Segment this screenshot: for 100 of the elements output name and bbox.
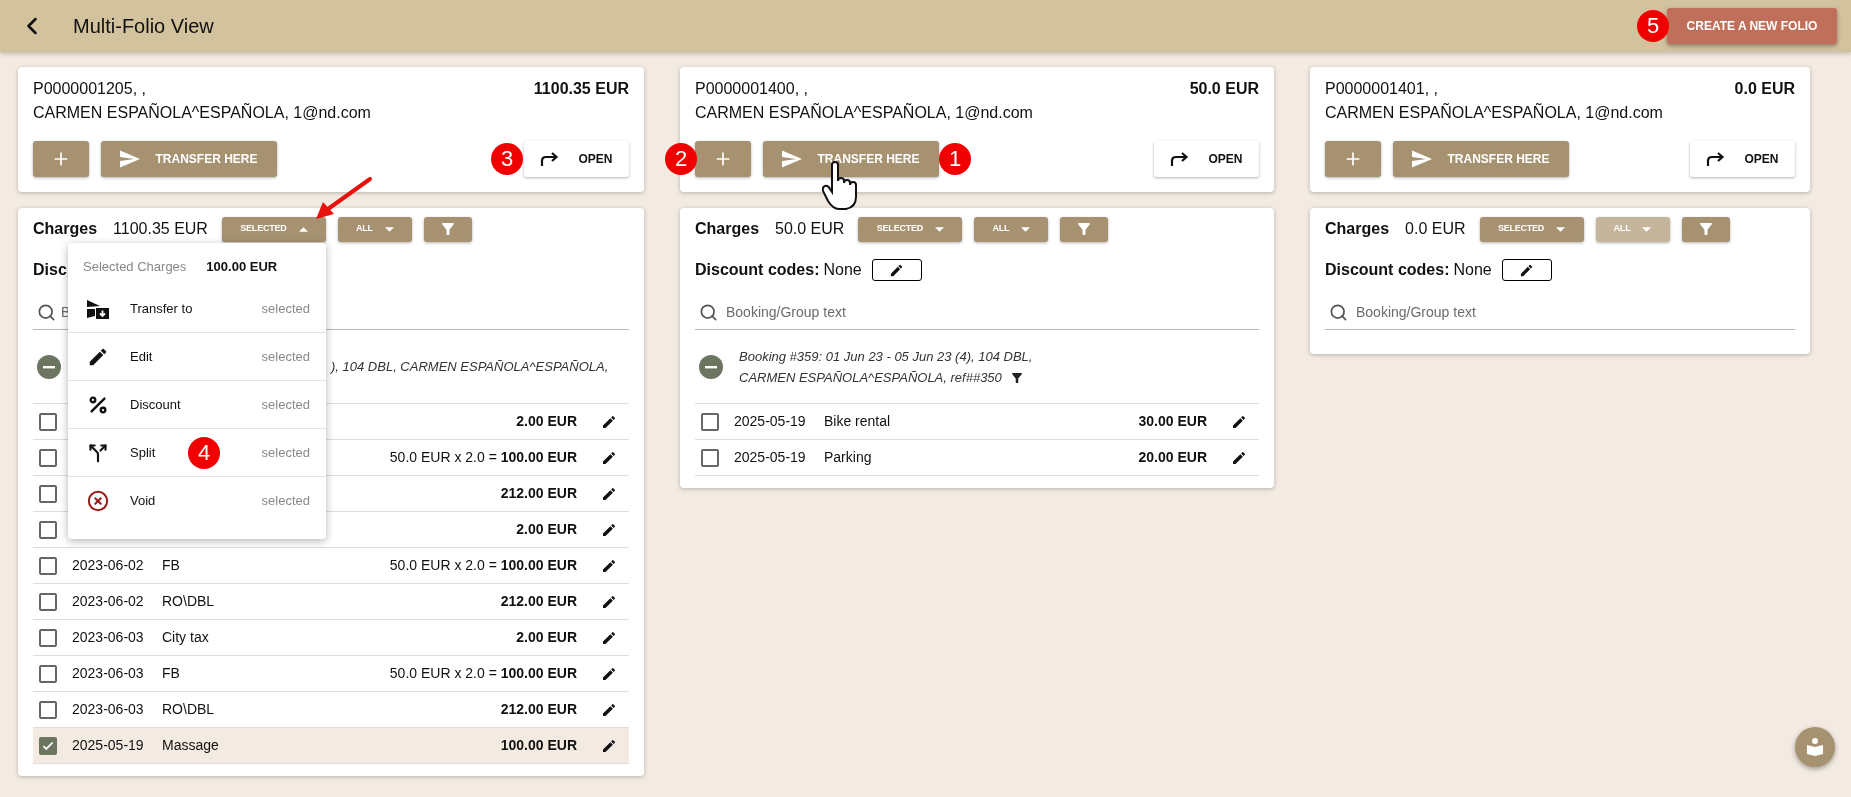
- booking-text: ), 104 DBL, CARMEN ESPAÑOLA^ESPAÑOLA,: [331, 358, 609, 376]
- charge-amount: 212.00 EUR: [500, 700, 577, 719]
- filter-button[interactable]: [423, 216, 472, 242]
- charge-amount: 2.00 EUR: [516, 412, 577, 431]
- charge-row[interactable]: 2025-05-19 Bike rental 30.00 EUR: [695, 404, 1259, 440]
- caret-down-icon: [935, 226, 944, 232]
- charge-amount: 50.0 EUR x 2.0 = 100.00 EUR: [389, 556, 577, 575]
- menu-item[interactable]: Transfer to selected: [68, 285, 326, 333]
- pencil-icon: [601, 557, 617, 574]
- pencil-icon: [1519, 262, 1535, 278]
- open-button[interactable]: OPEN: [1154, 141, 1259, 177]
- pencil-icon: [1231, 413, 1247, 430]
- send-icon: [782, 150, 803, 168]
- charge-date: 2023-06-02: [72, 592, 145, 611]
- void-icon: [87, 490, 109, 512]
- caret-down-icon: [1021, 226, 1031, 232]
- pencil-icon: [601, 593, 617, 610]
- charge-description: RO\DBL: [162, 592, 215, 611]
- create-folio-button[interactable]: CREATE A NEW FOLIO: [1667, 8, 1837, 44]
- charge-row[interactable]: 2025-05-19 Massage 100.00 EUR: [33, 728, 629, 764]
- charge-date: 2023-06-03: [72, 664, 145, 683]
- menu-item[interactable]: Edit selected: [68, 333, 326, 381]
- charge-description: Parking: [824, 448, 872, 467]
- charge-description: FB: [162, 556, 180, 575]
- charge-description: Massage: [162, 736, 219, 755]
- charge-date: 2025-05-19: [734, 412, 807, 431]
- checkbox[interactable]: [39, 664, 57, 683]
- folio-total: 50.0 EUR: [1189, 79, 1259, 99]
- pencil-icon: [601, 485, 617, 502]
- charge-amount: 212.00 EUR: [500, 592, 577, 611]
- charge-date: 2023-06-03: [72, 700, 145, 719]
- pencil-icon: [601, 701, 617, 718]
- checkbox[interactable]: [701, 448, 719, 467]
- checkbox[interactable]: [39, 592, 57, 611]
- forward-arrow-icon: [1706, 151, 1727, 167]
- page-title: Multi-Folio View: [73, 14, 214, 39]
- checkbox[interactable]: [39, 412, 57, 431]
- caret-down-icon: [1556, 226, 1566, 232]
- checkbox[interactable]: [39, 520, 57, 539]
- charge-amount: 100.00 EUR: [500, 736, 577, 755]
- search-icon: [1329, 303, 1348, 322]
- step-marker: 3: [491, 143, 523, 175]
- step-marker: 2: [665, 143, 697, 175]
- pencil-icon: [601, 413, 617, 430]
- charge-description: Bike rental: [824, 412, 891, 431]
- menu-item[interactable]: Discount selected: [68, 381, 326, 429]
- charges-total: 1100.35 EUR: [113, 219, 208, 239]
- filter-button[interactable]: [1681, 216, 1730, 242]
- caret-down-icon: [384, 226, 394, 232]
- checkbox[interactable]: [39, 448, 57, 467]
- collapse-icon: [699, 354, 723, 379]
- edit-discount-button[interactable]: [1501, 259, 1552, 281]
- charge-row[interactable]: 2023-06-03 FB 50.0 EUR x 2.0 = 100.00 EUR: [33, 656, 629, 692]
- booking-text: Booking #359: 01 Jun 23 - 05 Jun 23 (4), 104 DBL, CARMEN ESPAÑOLA^ESPAÑOLA, ref##350: [739, 347, 1034, 387]
- forward-arrow-icon: [540, 151, 561, 167]
- folio-number: P0000001400, ,: [695, 79, 809, 99]
- filter-button[interactable]: [1060, 216, 1109, 242]
- search-field[interactable]: Booking/Group text: [695, 296, 1259, 330]
- checkbox[interactable]: [701, 412, 719, 431]
- filter-icon: [1699, 223, 1712, 235]
- collapse-icon: [37, 354, 61, 379]
- search-icon: [37, 303, 56, 322]
- pencil-icon: [601, 665, 617, 682]
- forward-arrow-icon: [1170, 151, 1191, 167]
- folio-total: 1100.35 EUR: [533, 79, 629, 99]
- search-icon: [699, 303, 718, 322]
- checkbox[interactable]: [39, 484, 57, 503]
- charge-date: 2023-06-02: [72, 556, 145, 575]
- charge-amount: 20.00 EUR: [1138, 448, 1207, 467]
- open-button[interactable]: OPEN: [524, 141, 629, 177]
- guest-info: CARMEN ESPAÑOLA^ESPAÑOLA, 1@nd.com: [33, 102, 371, 123]
- guest-info: CARMEN ESPAÑOLA^ESPAÑOLA, 1@nd.com: [695, 102, 1033, 123]
- charges-label: Charges: [1325, 219, 1390, 239]
- checkbox[interactable]: [39, 736, 57, 755]
- charge-amount: 30.00 EUR: [1138, 412, 1207, 431]
- discount-codes-label: Discount codes:: [1325, 260, 1450, 280]
- search-field[interactable]: Booking/Group text: [1325, 296, 1795, 330]
- charge-date: 2025-05-19: [72, 736, 145, 755]
- checkbox[interactable]: [39, 556, 57, 575]
- charge-row[interactable]: 2023-06-02 FB 50.0 EUR x 2.0 = 100.00 EUR: [33, 548, 629, 584]
- charge-row[interactable]: 2023-06-03 City tax 2.00 EUR: [33, 620, 629, 656]
- charge-row[interactable]: 2025-05-19 Parking 20.00 EUR: [695, 440, 1259, 476]
- folio-number: P0000001401, ,: [1325, 79, 1439, 99]
- guest-info: CARMEN ESPAÑOLA^ESPAÑOLA, 1@nd.com: [1325, 102, 1663, 123]
- folio-total: 0.0 EUR: [1734, 79, 1795, 99]
- help-button[interactable]: [1795, 727, 1835, 767]
- charge-description: FB: [162, 664, 180, 683]
- caret-down-icon: [1642, 226, 1652, 232]
- checkbox[interactable]: [39, 700, 57, 719]
- send-icon: [1412, 150, 1433, 168]
- edit-discount-button[interactable]: [871, 259, 922, 281]
- charge-amount: 2.00 EUR: [516, 628, 577, 647]
- open-button[interactable]: OPEN: [1690, 141, 1795, 177]
- filter-icon: [1078, 223, 1091, 235]
- menu-title: Selected Charges: [83, 258, 187, 277]
- pencil-icon: [601, 449, 617, 466]
- charge-row[interactable]: 2023-06-02 RO\DBL 212.00 EUR: [33, 584, 629, 620]
- checkbox[interactable]: [39, 628, 57, 647]
- discount-codes-label: Disc: [33, 260, 67, 280]
- charge-amount: 50.0 EUR x 2.0 = 100.00 EUR: [389, 448, 577, 467]
